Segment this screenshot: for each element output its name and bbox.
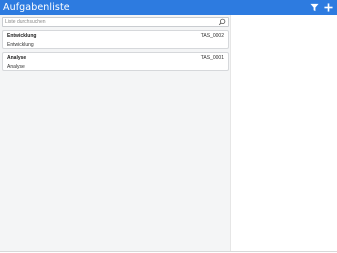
bottom-divider	[0, 251, 337, 252]
task-description: Entwicklung	[7, 42, 34, 48]
search-input[interactable]	[5, 18, 215, 26]
search-field[interactable]	[2, 17, 229, 27]
filter-button[interactable]	[309, 2, 320, 13]
list-item[interactable]: Entwicklung TAS_0002 Entwicklung	[2, 30, 229, 49]
plus-icon	[324, 3, 333, 12]
page-title: Aufgabenliste	[3, 2, 70, 13]
filter-icon	[310, 3, 319, 12]
list-item[interactable]: Analyse TAS_0001 Analyse	[2, 52, 229, 71]
detail-panel	[231, 15, 337, 251]
task-name: Entwicklung	[7, 33, 37, 39]
search-icon[interactable]	[218, 18, 226, 26]
task-code: TAS_0002	[200, 33, 224, 39]
task-code: TAS_0001	[200, 55, 224, 61]
task-name: Analyse	[7, 55, 27, 61]
task-description: Analyse	[7, 64, 25, 70]
task-list-panel: Entwicklung TAS_0002 Entwicklung Analyse…	[0, 15, 231, 251]
app-header: Aufgabenliste	[0, 0, 337, 15]
add-button[interactable]	[323, 2, 334, 13]
